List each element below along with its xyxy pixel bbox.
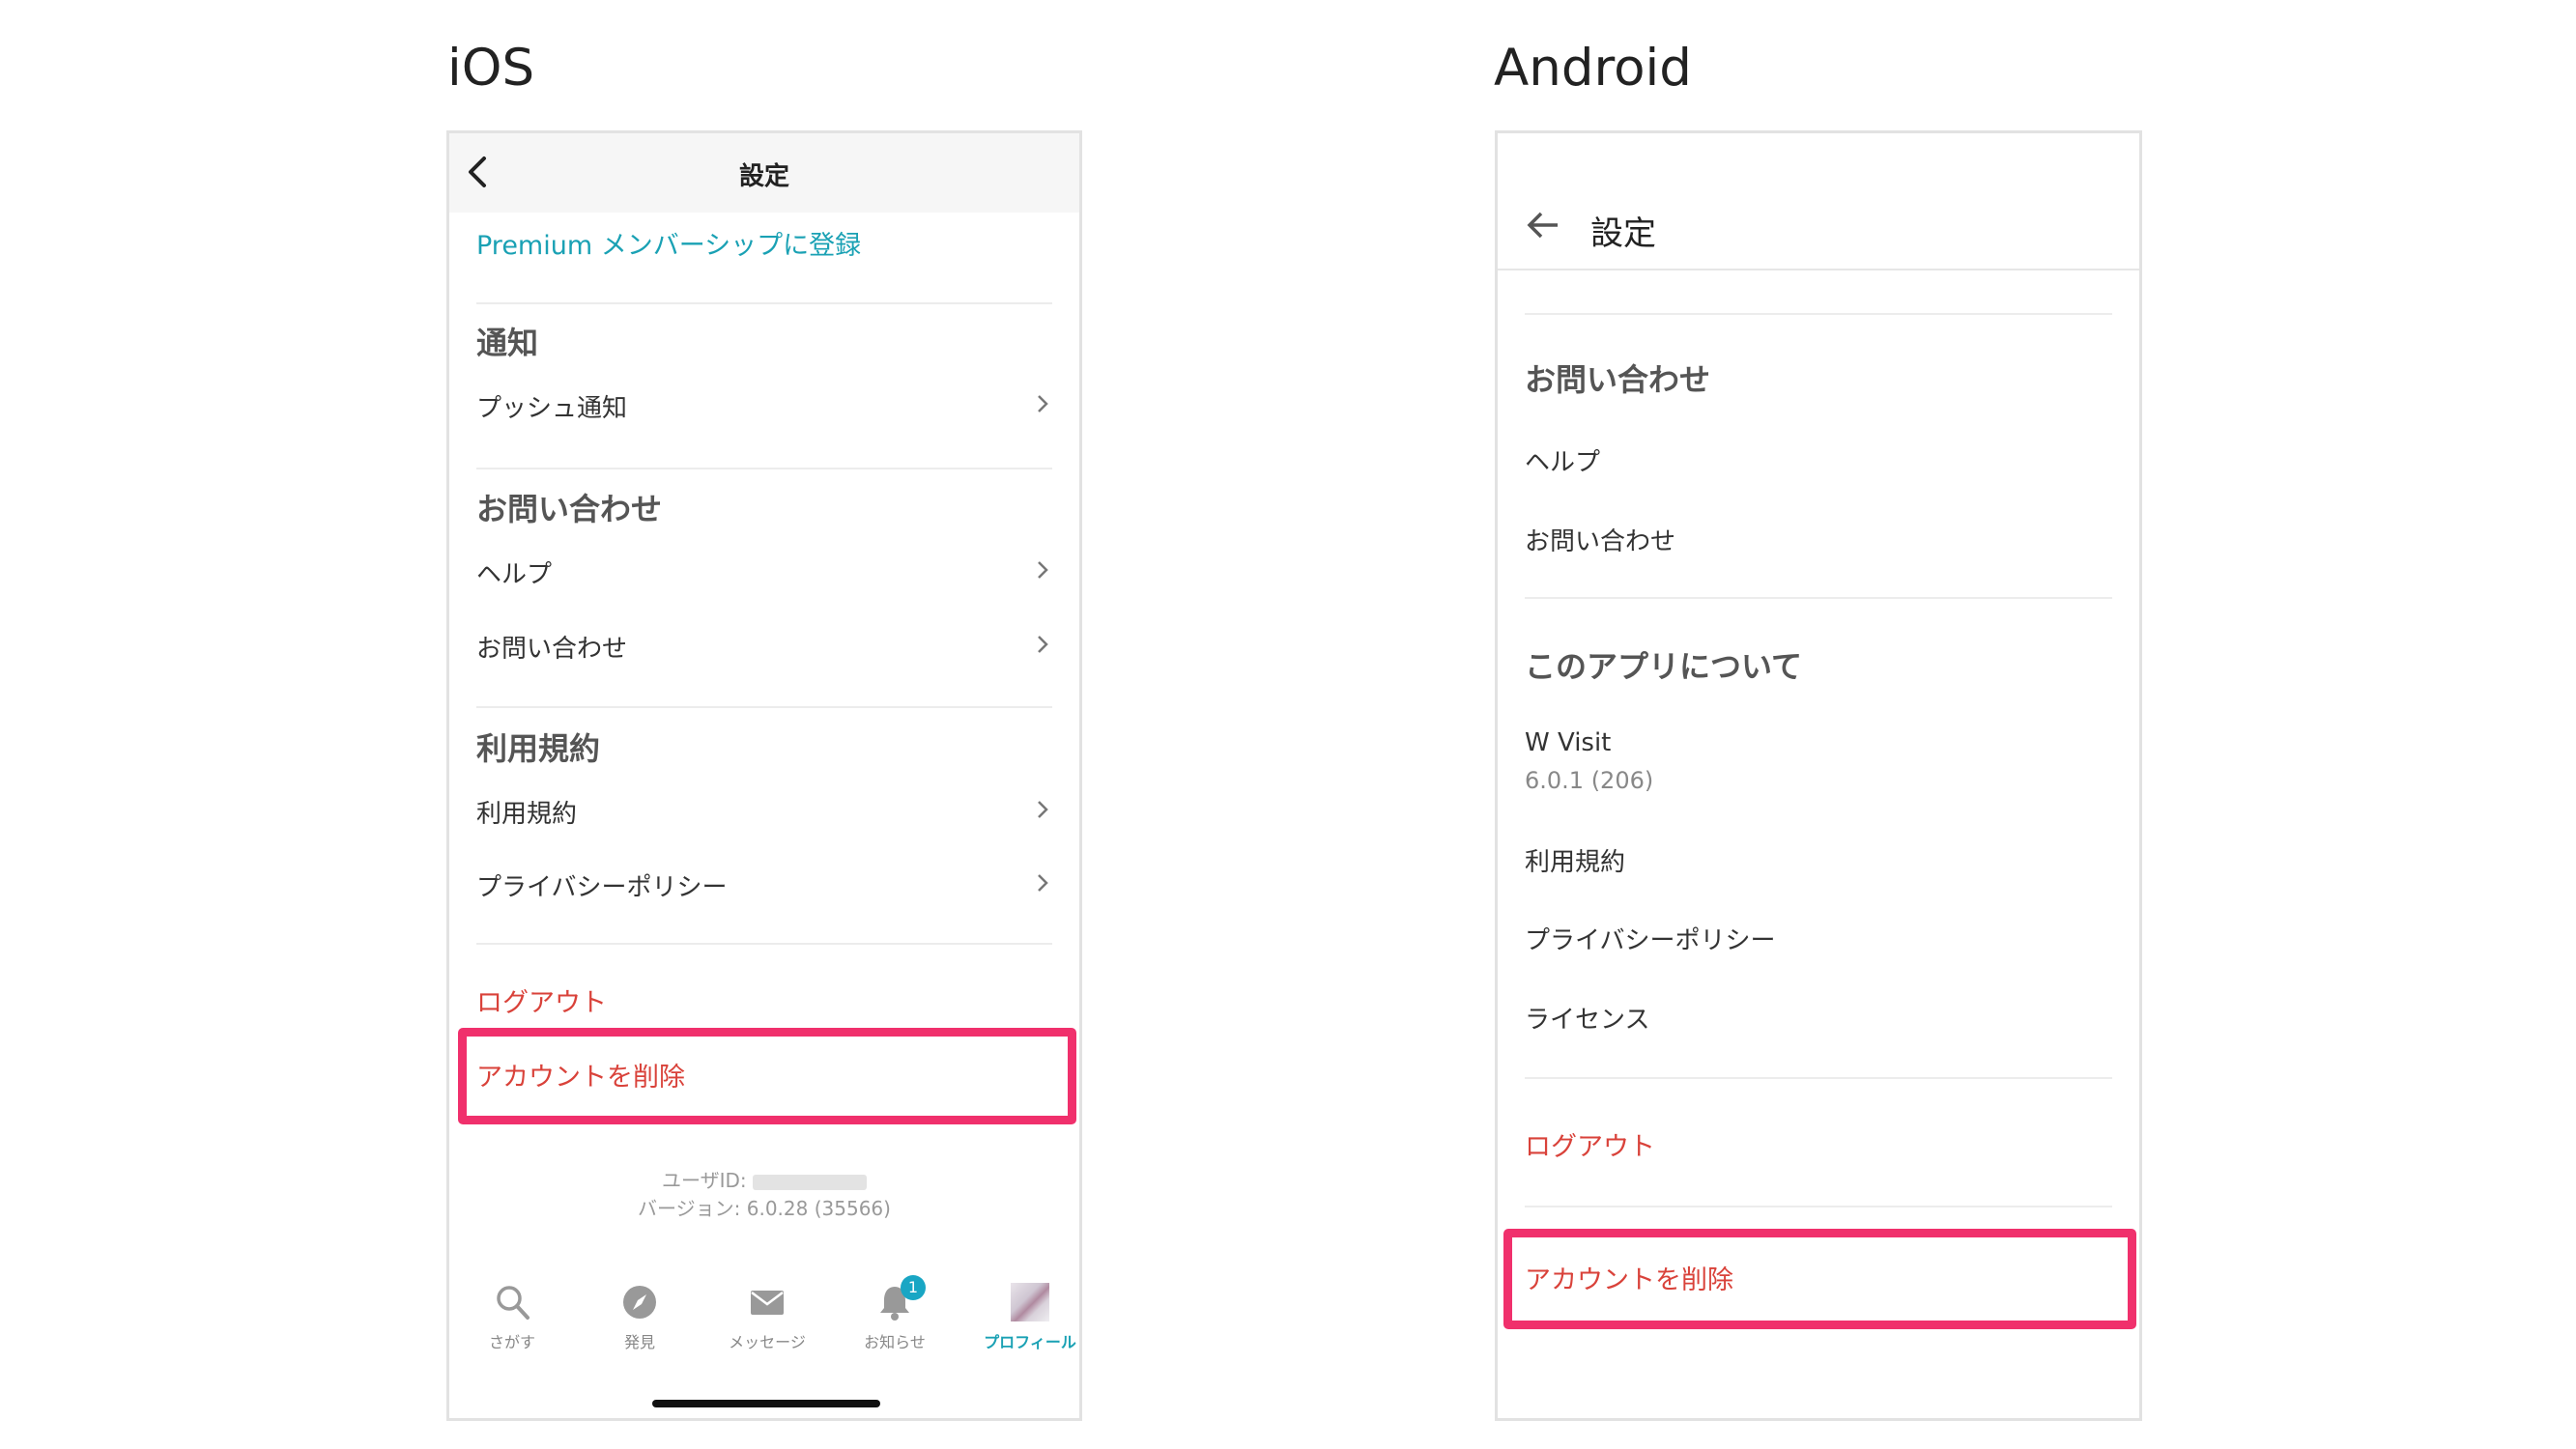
row-privacy-policy[interactable]: プライバシーポリシー (1525, 921, 1775, 956)
logout-button[interactable]: ログアウト (1525, 1125, 1655, 1163)
divider (476, 468, 1052, 469)
premium-membership-link[interactable]: Premium メンバーシップに登録 (476, 224, 861, 262)
chevron-right-icon (1038, 561, 1048, 579)
divider (476, 943, 1052, 945)
app-version: 6.0.1 (206) (1525, 767, 1654, 794)
notification-badge: 1 (901, 1275, 926, 1300)
android-toolbar: 設定 (1498, 133, 2139, 270)
section-title-terms: 利用規約 (476, 730, 601, 767)
user-id-label: ユーザID: (662, 1169, 747, 1192)
version-label: バージョン: 6.0.28 (35566) (638, 1197, 891, 1220)
toolbar-title: 設定 (1590, 214, 1656, 253)
divider (1525, 597, 2112, 599)
section-title-notifications: 通知 (476, 325, 539, 361)
avatar (1011, 1283, 1049, 1321)
divider (1525, 1206, 2112, 1208)
tab-label: プロフィール (984, 1333, 1076, 1351)
row-terms[interactable]: 利用規約 (1525, 842, 1625, 878)
ios-settings-screen: 設定 Premium メンバーシップに登録 通知 プッシュ通知 お問い合わせ ヘ… (446, 130, 1082, 1421)
divider (1525, 1077, 2112, 1079)
row-app-name: W Visit (1525, 728, 1612, 757)
tab-label: メッセージ (729, 1333, 806, 1351)
tab-label: 発見 (623, 1333, 655, 1351)
blurred-user-id (753, 1174, 867, 1190)
row-license[interactable]: ライセンス (1525, 1000, 1649, 1036)
chevron-right-icon (1038, 636, 1048, 653)
chevron-right-icon (1038, 874, 1048, 892)
divider (476, 706, 1052, 708)
chevron-right-icon (1038, 801, 1048, 818)
chevron-right-icon (1038, 395, 1048, 412)
tab-bar: さがす 発見 メッセージ 1 お知らせ プロフィール (449, 1275, 1079, 1370)
tab-discover[interactable]: 発見 (596, 1283, 683, 1352)
compass-icon (623, 1286, 656, 1319)
tab-notifications[interactable]: 1 お知らせ (851, 1275, 938, 1352)
nav-title: 設定 (738, 162, 789, 191)
divider (476, 302, 1052, 304)
tab-messages[interactable]: メッセージ (724, 1283, 811, 1352)
android-platform-title: Android (1494, 39, 1692, 98)
row-contact[interactable]: お問い合わせ (1525, 522, 1675, 557)
section-title-contact: お問い合わせ (476, 491, 663, 527)
row-help[interactable]: ヘルプ (1525, 442, 1600, 478)
row-help[interactable]: ヘルプ (476, 554, 552, 590)
divider (1525, 313, 2112, 315)
envelope-icon (751, 1291, 784, 1315)
back-arrow-icon[interactable] (1525, 209, 1563, 242)
row-contact[interactable]: お問い合わせ (476, 629, 627, 665)
delete-account-highlight (458, 1028, 1076, 1124)
tab-label: さがす (488, 1333, 535, 1351)
tab-search[interactable]: さがす (469, 1283, 556, 1352)
section-title-contact: お問い合わせ (1525, 361, 1711, 398)
user-id-line: ユーザID: (449, 1165, 1079, 1193)
row-push-notifications[interactable]: プッシュ通知 (476, 388, 627, 424)
search-icon (497, 1286, 530, 1320)
android-settings-screen: 設定 お問い合わせ ヘルプ お問い合わせ このアプリについて W Visit 6… (1495, 130, 2142, 1421)
section-title-about: このアプリについて (1525, 648, 1803, 685)
delete-account-highlight (1503, 1229, 2136, 1329)
tab-label: お知らせ (864, 1333, 926, 1351)
ios-nav-bar: 設定 (449, 133, 1079, 213)
tab-profile[interactable]: プロフィール (977, 1283, 1079, 1352)
home-indicator (652, 1400, 880, 1407)
row-terms[interactable]: 利用規約 (476, 794, 577, 830)
ios-platform-title: iOS (447, 39, 535, 98)
row-privacy-policy[interactable]: プライバシーポリシー (476, 867, 727, 903)
logout-button[interactable]: ログアウト (476, 981, 607, 1019)
